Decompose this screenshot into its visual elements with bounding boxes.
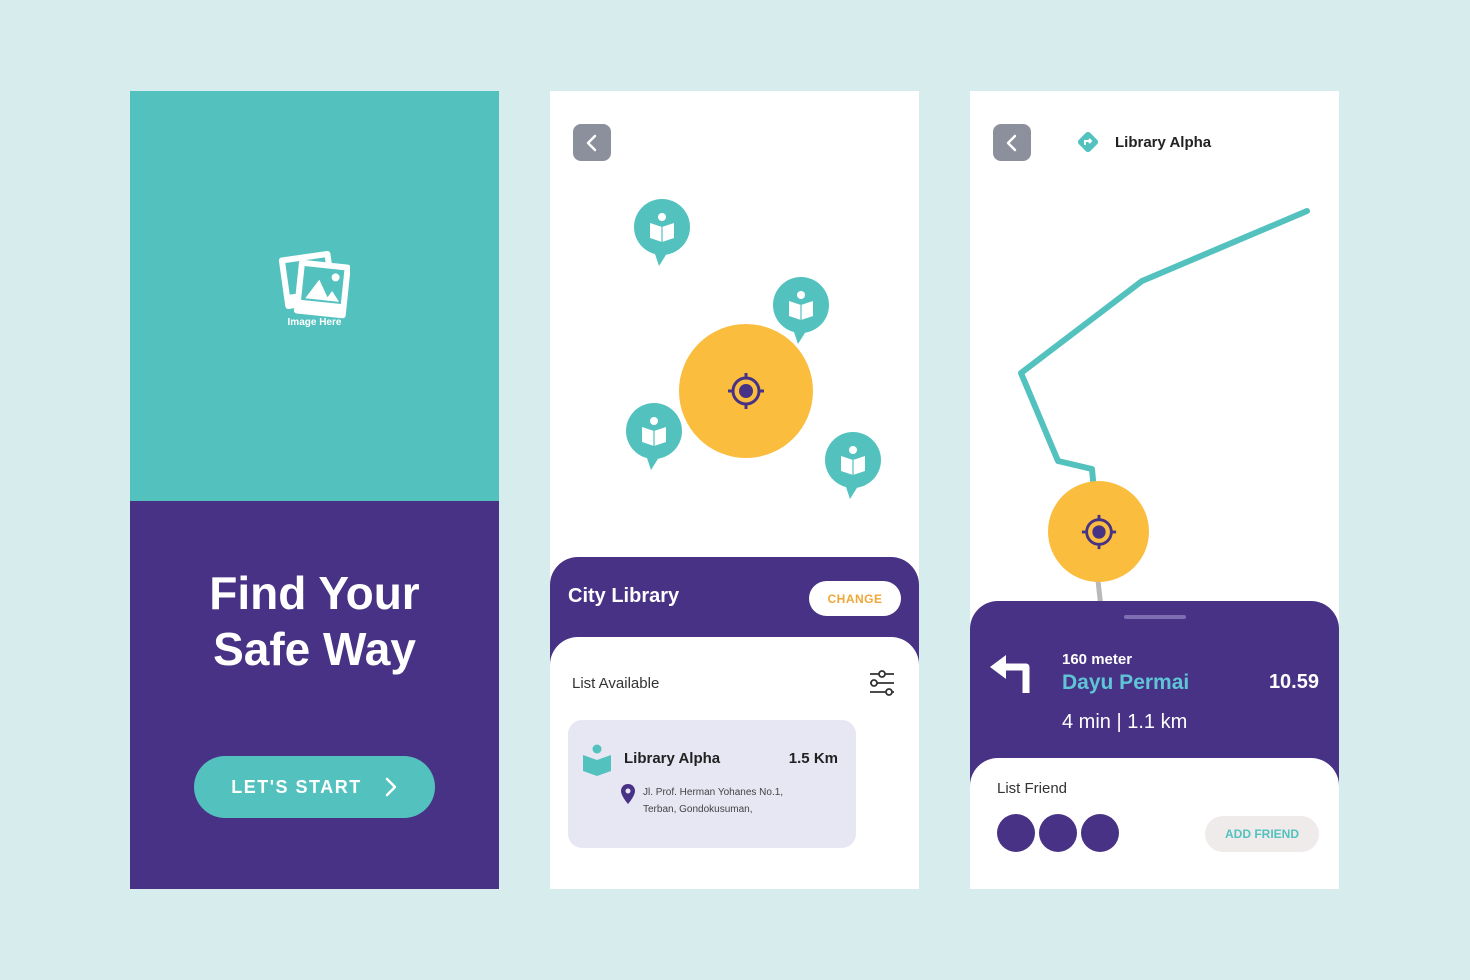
- back-button[interactable]: [573, 124, 611, 161]
- library-pin-icon[interactable]: [633, 198, 693, 270]
- avatar[interactable]: [997, 814, 1035, 852]
- destination-title: Library Alpha: [1115, 133, 1212, 151]
- street-name: Dayu Permai: [1062, 671, 1190, 694]
- chevron-left-icon: [1006, 134, 1017, 151]
- crosshair-icon: [1081, 514, 1116, 549]
- hero-title-line1: Find Your: [209, 567, 420, 619]
- onboarding-screen: Image Here Find Your Safe Way LET'S STAR…: [130, 91, 499, 889]
- navigation-screen: Library Alpha 160 meter Dayu Permai 10.5…: [970, 91, 1339, 889]
- lets-start-label: LET'S START: [231, 776, 362, 797]
- route-map: [1018, 208, 1310, 651]
- drag-handle[interactable]: [1124, 615, 1186, 619]
- friend-avatars: [997, 814, 1119, 852]
- image-placeholder-icon: [278, 251, 350, 319]
- list-available-label: List Available: [572, 675, 660, 692]
- turn-left-arrow-icon: [990, 655, 1030, 693]
- arrival-time: 10.59: [1268, 671, 1319, 693]
- library-pin-icon[interactable]: [824, 431, 884, 503]
- sliders-icon[interactable]: [868, 669, 896, 697]
- add-friend-button[interactable]: ADD FRIEND: [1205, 816, 1319, 852]
- library-list-item[interactable]: Library Alpha 1.5 Km Jl. Prof. Herman Yo…: [568, 720, 856, 848]
- library-pin-icon[interactable]: [625, 402, 685, 474]
- back-button[interactable]: [993, 124, 1031, 161]
- lets-start-button[interactable]: LET'S START: [194, 756, 435, 818]
- eta-summary: 4 min | 1.1 km: [1062, 711, 1188, 733]
- library-bottom-sheet: City Library CHANGE List Available Libra…: [550, 557, 919, 889]
- hero-title: Find Your Safe Way: [130, 565, 499, 677]
- route-line: [1018, 208, 1310, 494]
- direction-sign-icon: [1077, 131, 1099, 153]
- hero-image-area: Image Here: [130, 91, 499, 501]
- navigation-bottom-sheet: 160 meter Dayu Permai 10.59 4 min | 1.1 …: [970, 601, 1339, 889]
- current-location-marker[interactable]: [679, 324, 813, 458]
- avatar[interactable]: [1081, 814, 1119, 852]
- library-address: Jl. Prof. Herman Yohanes No.1, Terban, G…: [643, 784, 783, 818]
- library-list-panel: List Available Library Alpha 1.5 Km Jl. …: [550, 637, 919, 889]
- crosshair-icon: [728, 373, 764, 409]
- destination-header: Library Alpha: [1075, 129, 1211, 155]
- library-map-screen: City Library CHANGE List Available Libra…: [550, 91, 919, 889]
- library-address-line2: Terban, Gondokusuman,: [643, 804, 753, 815]
- chevron-left-icon: [586, 134, 597, 151]
- avatar[interactable]: [1039, 814, 1077, 852]
- location-pin-icon: [621, 784, 635, 804]
- image-placeholder-label: Image Here: [287, 317, 342, 328]
- current-location-marker[interactable]: [1048, 481, 1149, 582]
- hero-title-line2: Safe Way: [213, 623, 416, 675]
- library-name: Library Alpha: [624, 750, 721, 767]
- turn-distance: 160 meter: [1062, 651, 1133, 668]
- library-address-line1: Jl. Prof. Herman Yohanes No.1,: [643, 787, 784, 798]
- library-distance: 1.5 Km: [788, 750, 838, 767]
- change-button[interactable]: CHANGE: [809, 581, 901, 616]
- library-book-icon: [583, 744, 611, 776]
- list-friend-label: List Friend: [997, 780, 1068, 797]
- friends-panel: List Friend ADD FRIEND: [970, 758, 1339, 889]
- chevron-right-icon: [385, 777, 396, 797]
- hero-panel: Find Your Safe Way LET'S START: [130, 501, 499, 889]
- sheet-title: City Library: [568, 585, 680, 607]
